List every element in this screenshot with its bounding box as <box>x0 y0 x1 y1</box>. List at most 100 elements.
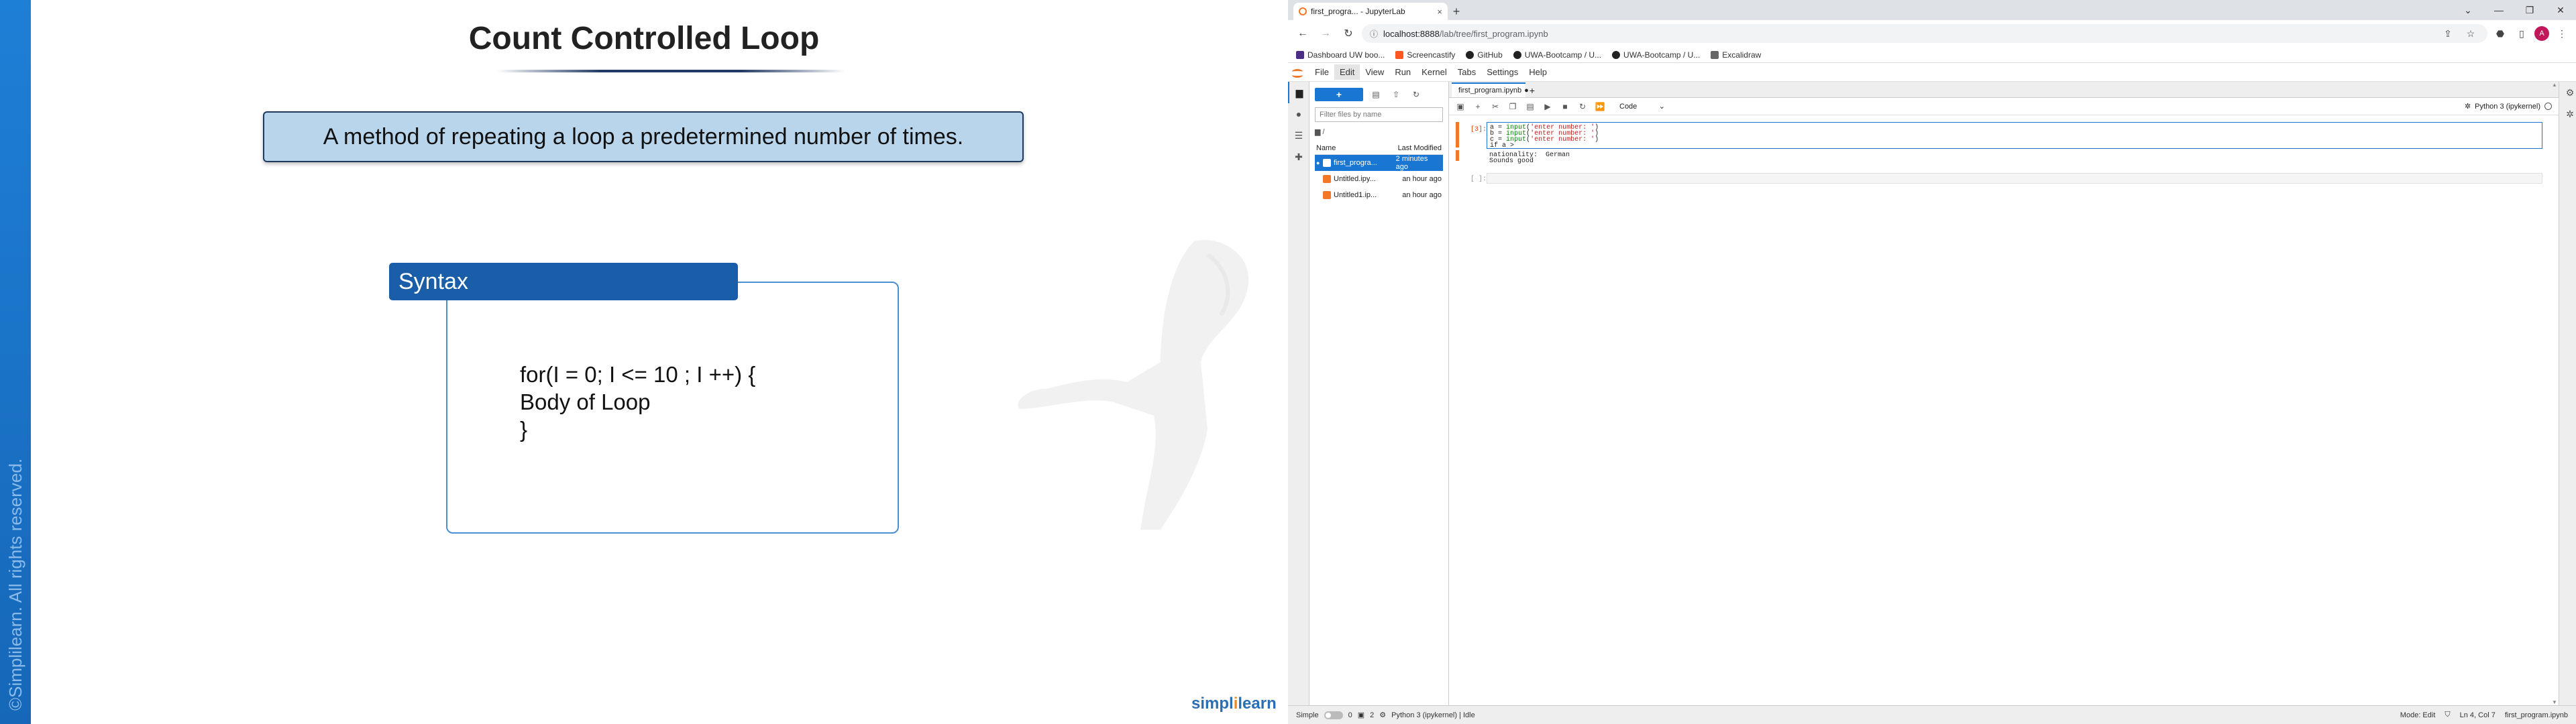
run-icon[interactable]: ▶ <box>1540 99 1555 114</box>
simple-mode-toggle[interactable] <box>1324 711 1343 719</box>
cell-type-select[interactable]: Code ⌄ <box>1615 101 1669 113</box>
current-file-name: first_program.ipynb <box>2504 711 2568 719</box>
bookmark-item[interactable]: UWA-Bootcamp / U... <box>1513 50 1601 60</box>
bookmark-item[interactable]: Screencastify <box>1395 50 1455 60</box>
close-icon[interactable]: × <box>1437 7 1442 17</box>
extensions-icon[interactable]: ⬣ <box>2491 25 2509 42</box>
folder-icon[interactable]: ▆ <box>1288 82 1309 103</box>
menu-kernel[interactable]: Kernel <box>1416 64 1452 80</box>
save-icon[interactable]: ▣ <box>1453 99 1468 114</box>
new-tab-button[interactable]: + <box>1448 3 1465 20</box>
gear-icon: ⚙ <box>1379 711 1387 719</box>
new-launcher-button[interactable]: + <box>1315 88 1363 101</box>
file-browser-panel: + ▤ ⇧ ↻ ▆ / Name Last Modified ●first_pr… <box>1309 82 1449 705</box>
breadcrumb[interactable]: ▆ / <box>1315 127 1443 138</box>
running-kernels-icon[interactable]: ● <box>1288 103 1309 125</box>
presentation-slide: ©Simplilearn. All rights reserved. Count… <box>0 0 1288 724</box>
file-row[interactable]: Untitled.ipy... an hour ago <box>1315 171 1443 187</box>
file-browser-toolbar: + ▤ ⇧ ↻ <box>1315 87 1443 102</box>
menu-file[interactable]: File <box>1309 64 1334 80</box>
bookmark-item[interactable]: Dashboard UW boo... <box>1296 50 1385 60</box>
new-launcher-tab-button[interactable]: + <box>1525 84 1539 97</box>
menu-edit[interactable]: Edit <box>1334 64 1360 80</box>
jupyter-menubar: File Edit View Run Kernel Tabs Settings … <box>1288 63 2576 82</box>
terminal-count[interactable]: 0 <box>1348 711 1352 719</box>
bug-icon: ✲ <box>2464 103 2471 111</box>
code-editor[interactable] <box>1487 173 2542 184</box>
name-column-header[interactable]: Name <box>1316 144 1336 152</box>
bookmark-item[interactable]: UWA-Bootcamp / U... <box>1612 50 1700 60</box>
bookmark-star-icon[interactable]: ☆ <box>2462 25 2479 42</box>
tab-search-icon[interactable]: ⌄ <box>2453 0 2483 20</box>
menu-run[interactable]: Run <box>1389 64 1416 80</box>
address-bar[interactable]: ⓘ localhost:8888/lab/tree/first_program.… <box>1362 24 2487 43</box>
syntax-header: Syntax <box>389 263 738 300</box>
menu-view[interactable]: View <box>1360 64 1389 80</box>
notebook-icon <box>1323 159 1331 167</box>
cell-active-bar <box>1456 122 1459 147</box>
paste-icon[interactable]: ▤ <box>1523 99 1538 114</box>
minimize-button[interactable]: — <box>2483 0 2514 20</box>
running-dot-icon: ● <box>1316 160 1320 166</box>
stop-icon[interactable]: ■ <box>1558 99 1572 114</box>
site-info-icon[interactable]: ⓘ <box>1370 28 1378 40</box>
upload-icon[interactable]: ⇧ <box>1389 88 1403 101</box>
filter-files-input[interactable] <box>1315 107 1443 122</box>
code-cell[interactable]: [3]: a = input('enter number: ') b = inp… <box>1456 122 2542 165</box>
copyright-text: ©Simplilearn. All rights reserved. <box>5 458 25 711</box>
forward-icon[interactable]: → <box>1316 24 1335 43</box>
bookmark-item[interactable]: Excalidraw <box>1711 50 1761 60</box>
browser-tab-jupyterlab[interactable]: first_progra... - JupyterLab × <box>1293 3 1448 20</box>
kernel-status[interactable]: Python 3 (ipykernel) | Idle <box>1391 711 1475 719</box>
notebook-icon <box>1323 191 1331 199</box>
cursor-position[interactable]: Ln 4, Col 7 <box>2460 711 2496 719</box>
menu-tabs[interactable]: Tabs <box>1452 64 1481 80</box>
copy-icon[interactable]: ❐ <box>1505 99 1520 114</box>
close-window-button[interactable]: ✕ <box>2545 0 2576 20</box>
tab-first-program[interactable]: first_program.ipynb ● <box>1452 82 1529 97</box>
insert-cell-icon[interactable]: + <box>1470 99 1485 114</box>
last-modified-column-header[interactable]: Last Modified <box>1398 144 1442 152</box>
back-icon[interactable]: ← <box>1293 24 1312 43</box>
notebook-toolbar: ▣ + ✂ ❐ ▤ ▶ ■ ↻ ⏩ Code ⌄ ✲ Python 3 (ipyke… <box>1449 98 2559 115</box>
extensions-puzzle-icon[interactable]: ✚ <box>1288 146 1309 168</box>
jupyter-logo-icon <box>1292 67 1303 78</box>
menu-settings[interactable]: Settings <box>1481 64 1523 80</box>
code-line: } <box>520 417 528 442</box>
github-icon <box>1612 50 1621 59</box>
slide-title: Count Controlled Loop <box>468 21 820 56</box>
excalidraw-icon <box>1711 50 1719 59</box>
profile-avatar[interactable]: A <box>2534 26 2549 41</box>
side-panel-icon[interactable]: ▯ <box>2513 25 2530 42</box>
restore-button[interactable]: ❐ <box>2514 0 2545 20</box>
file-row[interactable]: ● first_progra... 2 minutes ago <box>1315 155 1443 171</box>
code-editor[interactable]: a = input('enter number: ') b = input('e… <box>1487 122 2542 149</box>
bookmark-item[interactable]: GitHub <box>1466 50 1503 60</box>
kernel-count[interactable]: 2 <box>1370 711 1374 719</box>
restart-icon[interactable]: ↻ <box>1575 99 1590 114</box>
github-icon <box>1466 50 1474 59</box>
editor-mode: Mode: Edit <box>2400 711 2436 719</box>
share-icon[interactable]: ⇪ <box>2439 25 2457 42</box>
table-of-contents-icon[interactable]: ☰ <box>1288 125 1309 146</box>
file-row[interactable]: Untitled1.ip... an hour ago <box>1315 187 1443 203</box>
restart-run-all-icon[interactable]: ⏩ <box>1593 99 1607 114</box>
code-cell[interactable]: [ ]: <box>1456 173 2542 186</box>
terminal-icon: ▣ <box>1357 711 1365 719</box>
debugger-icon[interactable]: ✲ <box>2559 103 2576 125</box>
chevron-down-icon: ⌄ <box>1658 103 1665 111</box>
new-folder-icon[interactable]: ▤ <box>1368 88 1383 101</box>
kernel-name[interactable]: ✲ Python 3 (ipykernel) <box>2465 102 2555 111</box>
window-controls: ⌄ — ❐ ✕ <box>2453 0 2576 20</box>
right-sidebar-rail: ⚙ ✲ <box>2559 82 2576 705</box>
left-sidebar-rail: ▆ ● ☰ ✚ <box>1288 82 1309 705</box>
output-collapse-bar[interactable] <box>1456 150 1459 161</box>
refresh-icon[interactable]: ↻ <box>1409 88 1424 101</box>
reload-icon[interactable]: ↻ <box>1339 24 1358 43</box>
menu-help[interactable]: Help <box>1523 64 1552 80</box>
more-menu-icon[interactable]: ⋮ <box>2553 25 2571 42</box>
code-line: for(I = 0; I <= 10 ; I ++) { <box>520 362 756 387</box>
cut-icon[interactable]: ✂ <box>1488 99 1503 114</box>
notebook-scrollbar[interactable]: ▲ ▼ <box>2552 82 2559 705</box>
property-inspector-icon[interactable]: ⚙ <box>2559 82 2576 103</box>
